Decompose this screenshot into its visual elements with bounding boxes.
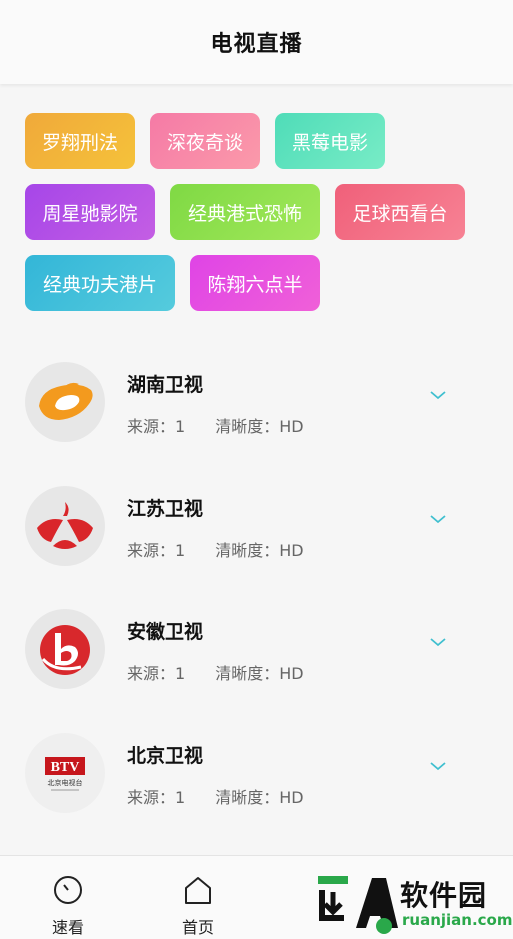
tag-shenye[interactable]: 深夜奇谈 (150, 113, 260, 169)
channel-source: 来源：1 (127, 787, 186, 807)
watermark: 软件园 ruanjian.com (312, 868, 513, 939)
svg-text:北京电视台: 北京电视台 (48, 778, 83, 787)
btv-logo-icon: BTV 北京电视台 (25, 732, 105, 813)
channel-source: 来源：1 (127, 664, 186, 684)
jiangsu-tv-logo-icon (25, 485, 105, 566)
channel-source: 来源：1 (127, 540, 186, 560)
chevron-down-icon[interactable] (428, 512, 448, 526)
channel-item[interactable]: 安徽卫视 来源：1 清晰度：HD (0, 587, 513, 711)
channel-meta: 来源：1 清晰度：HD (127, 537, 304, 561)
tag-gongfu[interactable]: 经典功夫港片 (25, 255, 175, 311)
channel-source: 来源：1 (127, 417, 186, 436)
tag-zuqiu[interactable]: 足球西看台 (335, 184, 465, 240)
anhui-tv-logo-icon (25, 609, 105, 690)
channel-quality: 清晰度：HD (215, 417, 304, 436)
app-header: 电视直播 (0, 0, 513, 84)
channel-name: 湖南卫视 (127, 374, 204, 396)
tag-heimei[interactable]: 黑莓电影 (275, 113, 385, 169)
channel-item[interactable]: BTV 北京电视台 北京卫视 来源：1 清晰度：HD (0, 711, 513, 835)
channel-quality: 清晰度：HD (215, 787, 304, 807)
tag-luoxiang[interactable]: 罗翔刑法 (25, 113, 135, 169)
channel-meta: 来源：1 清晰度：HD (127, 413, 304, 437)
channel-name: 北京卫视 (127, 744, 204, 767)
home-icon (185, 877, 211, 904)
channel-name: 江苏卫视 (127, 497, 204, 520)
channel-list: 湖南卫视 来源：1 清晰度：HD 江苏卫视 来源：1 清晰度：HD 安徽卫视 来… (0, 340, 513, 834)
tab-suokan[interactable]: 速看 (18, 856, 118, 939)
channel-quality: 清晰度：HD (215, 664, 304, 684)
watermark-sub: ruanjian.com (402, 911, 513, 929)
page-title: 电视直播 (210, 32, 303, 57)
watermark-text: 软件园 (400, 879, 488, 912)
hunan-tv-logo-icon (25, 362, 105, 442)
svg-text:BTV: BTV (51, 760, 80, 775)
clock-icon (54, 876, 82, 904)
tag-zhouxingchi[interactable]: 周星驰影院 (25, 184, 155, 240)
channel-item[interactable]: 湖南卫视 来源：1 清晰度：HD (0, 340, 513, 464)
channel-meta: 来源：1 清晰度：HD (127, 660, 304, 684)
tag-chenxiang[interactable]: 陈翔六点半 (190, 255, 320, 311)
category-tags: 罗翔刑法 深夜奇谈 黑莓电影 周星驰影院 经典港式恐怖 足球西看台 经典功夫港片… (25, 113, 495, 311)
tab-label: 首页 (181, 918, 214, 937)
chevron-down-icon[interactable] (428, 388, 448, 402)
chevron-down-icon[interactable] (428, 759, 448, 773)
channel-quality: 清晰度：HD (215, 540, 304, 560)
channel-meta: 来源：1 清晰度：HD (127, 784, 304, 808)
tag-gangshi-kongbu[interactable]: 经典港式恐怖 (170, 184, 320, 240)
tab-label: 速看 (51, 918, 84, 937)
channel-item[interactable]: 江苏卫视 来源：1 清晰度：HD (0, 464, 513, 588)
channel-name: 安徽卫视 (127, 621, 204, 644)
watermark-logo-icon (318, 876, 398, 934)
chevron-down-icon[interactable] (428, 635, 448, 649)
tab-home[interactable]: 首页 (148, 856, 248, 939)
